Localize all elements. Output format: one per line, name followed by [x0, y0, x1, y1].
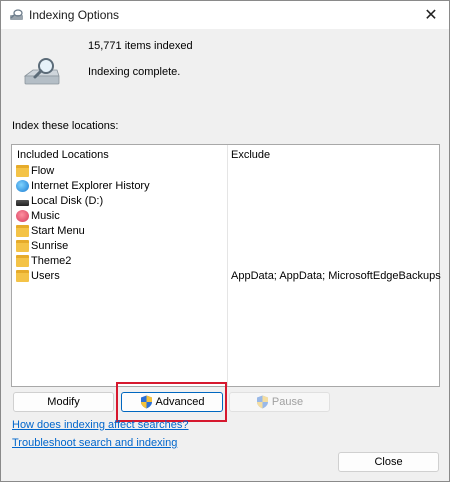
- close-icon[interactable]: ✕: [413, 1, 449, 29]
- pause-button-label: Pause: [271, 396, 304, 408]
- list-item[interactable]: Sunrise: [16, 238, 436, 253]
- list-item[interactable]: Users AppData; AppData; MicrosoftEdgeBac…: [16, 268, 441, 283]
- modify-button[interactable]: Modify: [13, 392, 114, 412]
- indexing-magnifier-drive-icon: [23, 58, 60, 85]
- indexing-options-icon: [10, 9, 23, 20]
- advanced-button-highlight: [116, 382, 227, 422]
- uac-shield-icon: [256, 395, 268, 409]
- list-item[interactable]: Theme2: [16, 253, 436, 268]
- how-indexing-affects-searches-link[interactable]: How does indexing affect searches?: [12, 419, 189, 431]
- list-item[interactable]: Flow: [16, 163, 436, 178]
- disk-drive-icon: [16, 199, 29, 206]
- location-name: Theme2: [31, 254, 72, 267]
- list-item[interactable]: Start Menu: [16, 223, 436, 238]
- column-header-exclude[interactable]: Exclude: [231, 149, 270, 161]
- folder-icon: [16, 254, 29, 267]
- window-title: Indexing Options: [29, 8, 120, 22]
- locations-list[interactable]: Included Locations Exclude Flow Internet…: [11, 144, 441, 387]
- location-exclude: AppData; AppData; MicrosoftEdgeBackups: [231, 269, 441, 282]
- location-name: Local Disk (D:): [31, 194, 104, 207]
- folder-icon: [16, 269, 29, 282]
- list-item[interactable]: Local Disk (D:): [16, 193, 436, 208]
- close-button[interactable]: Close: [338, 452, 439, 472]
- location-name: Sunrise: [31, 239, 69, 252]
- location-name: Flow: [31, 164, 55, 177]
- folder-icon: [16, 239, 29, 252]
- title-bar: Indexing Options ✕: [1, 1, 449, 29]
- location-name: Internet Explorer History: [31, 179, 150, 192]
- list-item[interactable]: Music: [16, 208, 436, 223]
- music-icon: [16, 209, 29, 222]
- indexing-status: Indexing complete.: [88, 66, 181, 78]
- location-name: Start Menu: [31, 224, 85, 237]
- location-name: Users: [31, 269, 60, 282]
- folder-icon: [16, 224, 29, 237]
- internet-explorer-icon: [16, 179, 29, 192]
- column-header-included[interactable]: Included Locations: [17, 149, 109, 161]
- location-name: Music: [31, 209, 60, 222]
- items-indexed-count: 15,771 items indexed: [88, 40, 193, 52]
- pause-button[interactable]: Pause: [229, 392, 330, 412]
- locations-label: Index these locations:: [12, 120, 119, 132]
- troubleshoot-search-link[interactable]: Troubleshoot search and indexing: [12, 437, 177, 449]
- indexing-options-window: Indexing Options ✕ 15,771 items indexed …: [0, 0, 450, 482]
- folder-icon: [16, 164, 29, 177]
- list-item[interactable]: Internet Explorer History: [16, 178, 436, 193]
